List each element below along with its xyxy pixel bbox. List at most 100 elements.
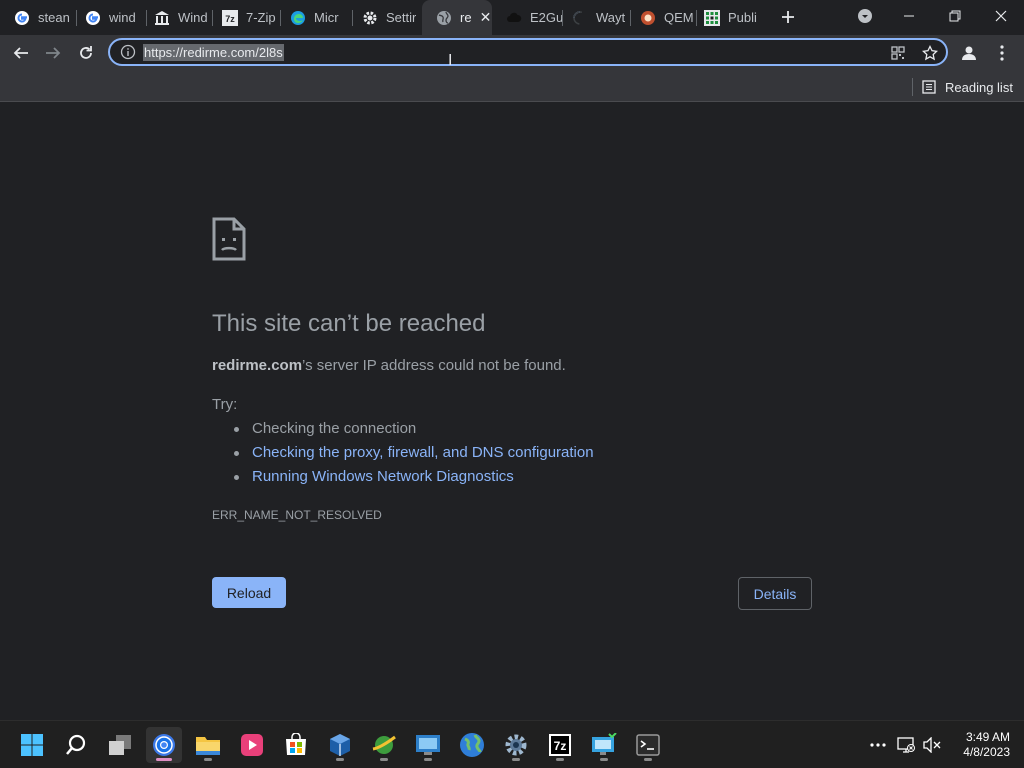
reload-button[interactable]: Reload <box>212 577 286 608</box>
tab-label: Wind <box>178 10 208 25</box>
media-player-icon <box>241 734 263 756</box>
start-button[interactable] <box>14 727 50 763</box>
system-clock[interactable]: 3:49 AM 4/8/2023 <box>948 730 1010 760</box>
minimize-button[interactable] <box>886 0 932 32</box>
tab-public[interactable]: Publi <box>690 0 762 35</box>
arrow-left-icon <box>13 47 28 59</box>
tab-active-redirme[interactable]: re ✕ <box>422 0 492 35</box>
info-icon[interactable] <box>120 44 136 60</box>
star-icon[interactable] <box>920 43 940 63</box>
close-tab-icon[interactable]: ✕ <box>480 9 492 26</box>
tab-wayback[interactable]: Wayt <box>558 0 630 35</box>
virtualbox-icon <box>330 734 350 756</box>
taskbar-chrome[interactable] <box>146 727 182 763</box>
reading-list-label: Reading list <box>945 79 1013 95</box>
taskbar-media-player[interactable] <box>234 727 270 763</box>
terminal-icon <box>636 734 660 756</box>
remote-desktop-icon <box>416 735 440 755</box>
volume-status[interactable] <box>922 735 942 755</box>
back-button[interactable] <box>6 38 36 68</box>
arrow-right-icon <box>46 47 61 59</box>
more-horiz-icon <box>870 743 886 747</box>
suggestion-check-proxy-link[interactable]: Checking the proxy, firewall, and DNS co… <box>212 441 594 465</box>
taskbar-globe-app[interactable] <box>454 727 490 763</box>
profile-icon <box>962 46 976 60</box>
tab-label: Settir <box>386 10 417 25</box>
taskbar-7zip[interactable]: 7z <box>542 727 578 763</box>
plus-icon <box>782 11 794 23</box>
search-button[interactable] <box>58 727 94 763</box>
running-indicator <box>512 758 520 761</box>
svg-text:7z: 7z <box>225 14 235 24</box>
task-view-button[interactable] <box>102 727 138 763</box>
tab-label: stean <box>38 10 70 25</box>
microsoft-store-icon <box>286 733 306 755</box>
tab-microsoft[interactable]: Micr <box>276 0 352 35</box>
gear-icon <box>362 10 378 26</box>
taskbar-settings[interactable] <box>498 727 534 763</box>
forward-button[interactable] <box>38 38 68 68</box>
clock-date: 4/8/2023 <box>963 745 1010 759</box>
show-hidden-icons[interactable] <box>868 735 888 755</box>
tab-label: Publi <box>728 10 757 25</box>
taskbar-file-explorer[interactable] <box>190 727 226 763</box>
tab-windows[interactable]: Wind <box>140 0 212 35</box>
reload-toolbar-button[interactable] <box>71 38 101 68</box>
network-monitor-icon <box>592 733 617 755</box>
network-tool-icon <box>372 735 396 754</box>
close-icon <box>995 10 1007 22</box>
details-button[interactable]: Details <box>738 577 812 610</box>
error-description-suffix: ’s server IP address could not be found. <box>302 357 566 374</box>
running-indicator <box>600 758 608 761</box>
address-bar[interactable]: https://redirme.com/2l8s <box>108 38 948 66</box>
7zip-icon: 7z <box>549 734 571 756</box>
tab-label: Wayt <box>596 10 626 25</box>
taskbar: 7z 3:49 AM 4/8/2023 <box>0 720 1024 768</box>
error-code: ERR_NAME_NOT_RESOLVED <box>212 508 382 522</box>
tab-windows-search[interactable]: wind <box>71 0 143 35</box>
taskbar-terminal[interactable] <box>630 727 666 763</box>
taskbar-microsoft-store[interactable] <box>278 727 314 763</box>
tab-e2gu[interactable]: E2Gu <box>492 0 562 35</box>
taskbar-virtualbox[interactable] <box>322 727 358 763</box>
tab-qemu[interactable]: QEM <box>626 0 696 35</box>
taskbar-network-tool[interactable] <box>366 727 402 763</box>
suggestion-check-connection: Checking the connection <box>212 417 594 441</box>
close-window-button[interactable] <box>978 0 1024 32</box>
taskbar-network-monitor[interactable] <box>586 727 622 763</box>
bookmarks-bar: Reading list <box>0 71 1024 102</box>
tab-steam[interactable]: stean <box>0 0 72 35</box>
search-icon <box>66 734 86 755</box>
error-description: redirme.com’s server IP address could no… <box>212 357 566 374</box>
bank-icon <box>154 10 170 26</box>
reading-list-button[interactable]: Reading list <box>922 76 1013 98</box>
suggestion-list: Checking the connection Checking the pro… <box>212 417 594 489</box>
url-text[interactable]: https://redirme.com/2l8s <box>143 44 284 61</box>
restore-button[interactable] <box>932 0 978 32</box>
windows-start-icon <box>21 734 43 756</box>
restore-icon <box>949 10 961 22</box>
network-status[interactable] <box>896 735 916 755</box>
tab-label: wind <box>109 10 136 25</box>
tab-search-button[interactable] <box>842 0 888 32</box>
7zip-icon: 7z <box>222 9 238 26</box>
chevron-down-icon <box>858 9 872 23</box>
settings-gear-icon <box>505 734 527 756</box>
tab-label: Micr <box>314 10 339 25</box>
tab-strip: stean wind Wind 7z 7-Zip Micr Settir re … <box>0 0 1024 35</box>
running-indicator <box>204 758 212 761</box>
loading-spinner-icon <box>572 10 588 26</box>
tab-7zip[interactable]: 7z 7-Zip <box>208 0 280 35</box>
tab-settings[interactable]: Settir <box>348 0 420 35</box>
taskbar-remote-desktop[interactable] <box>410 727 446 763</box>
profile-button[interactable] <box>954 38 984 68</box>
svg-text:7z: 7z <box>554 739 567 753</box>
qr-code-icon[interactable] <box>888 43 908 63</box>
running-indicator <box>156 758 172 761</box>
edge-icon <box>290 10 306 26</box>
menu-button[interactable] <box>987 38 1017 68</box>
volume-muted-icon <box>923 737 941 753</box>
google-icon <box>85 10 101 26</box>
new-tab-button[interactable] <box>776 5 800 29</box>
suggestion-network-diagnostics-link[interactable]: Running Windows Network Diagnostics <box>212 465 594 489</box>
